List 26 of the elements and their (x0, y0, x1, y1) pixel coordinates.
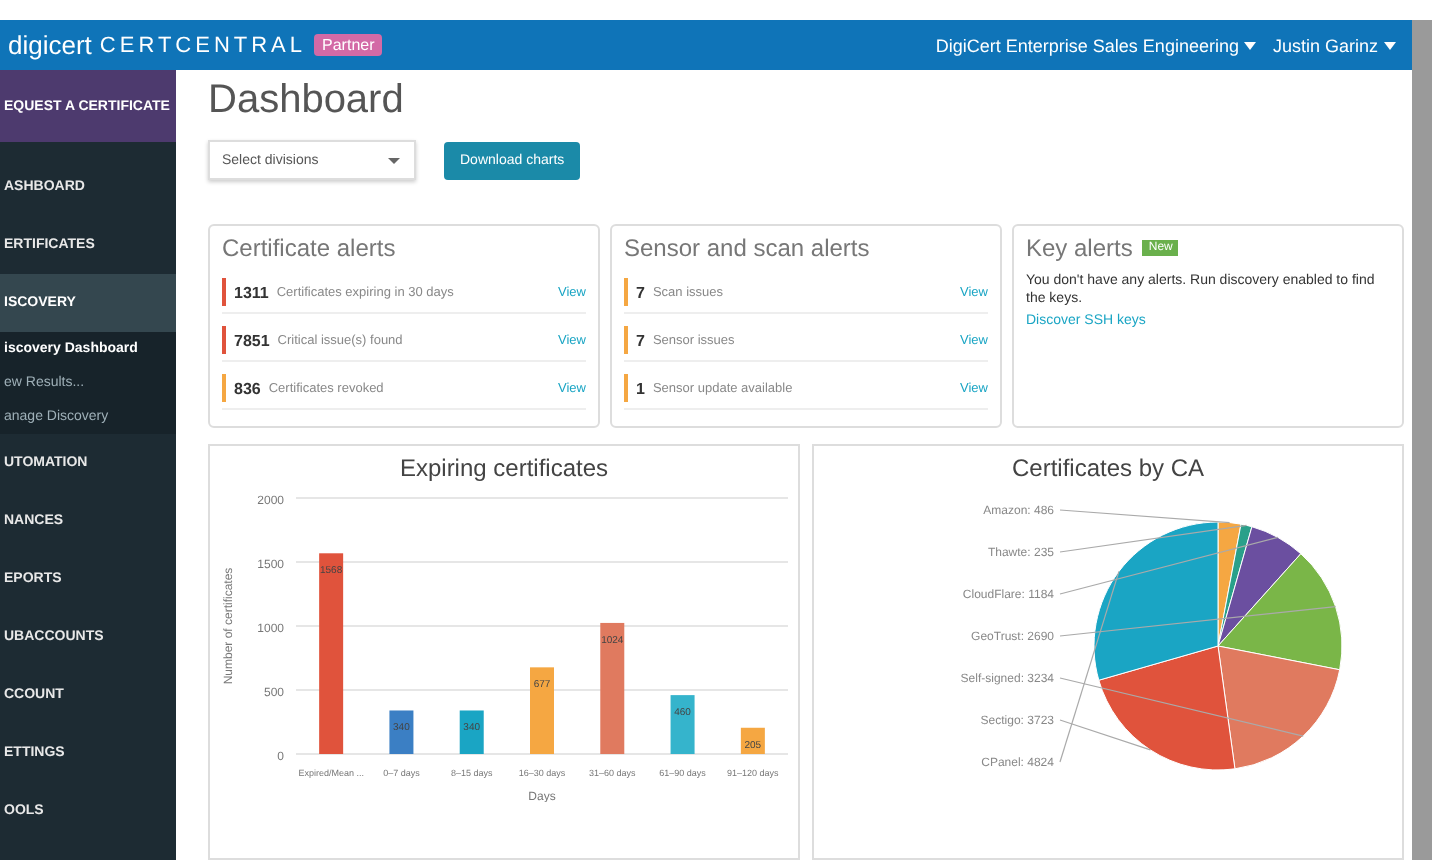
header-menu[interactable]: Justin Garinz (1272, 35, 1396, 55)
alert-count: 7851 (234, 331, 270, 349)
chart-bar (530, 667, 554, 754)
alert-count: 7 (636, 331, 645, 349)
card-title: Certificate alerts (222, 234, 396, 262)
chart-bar (670, 695, 695, 754)
header-menu[interactable]: DigiCert Enterprise Sales Engineering (935, 35, 1257, 55)
page-title: Dashboard (208, 78, 406, 124)
alert-count: 1311 (234, 283, 269, 301)
product-name: CERTCENTRAL (99, 33, 307, 57)
alert-count: 7 (636, 283, 645, 301)
chart-title: Expiring certificates (399, 454, 609, 482)
chart-bar (740, 727, 765, 754)
card-title: Key alerts (1026, 234, 1133, 262)
chart-bar (600, 622, 625, 754)
alert-count: 1 (636, 379, 645, 397)
chart-bar (459, 710, 484, 754)
caret-icon (1244, 41, 1257, 49)
alert-count: 836 (234, 379, 261, 397)
partner-badge: Partner (314, 34, 383, 56)
chart-bar (389, 710, 414, 754)
card-title: Sensor and scan alerts (624, 234, 870, 262)
logo-text[interactable]: digicert (8, 30, 92, 60)
chart-title: Certificates by CA (1011, 454, 1205, 482)
caret-icon (388, 158, 400, 164)
caret-icon (1384, 41, 1396, 49)
